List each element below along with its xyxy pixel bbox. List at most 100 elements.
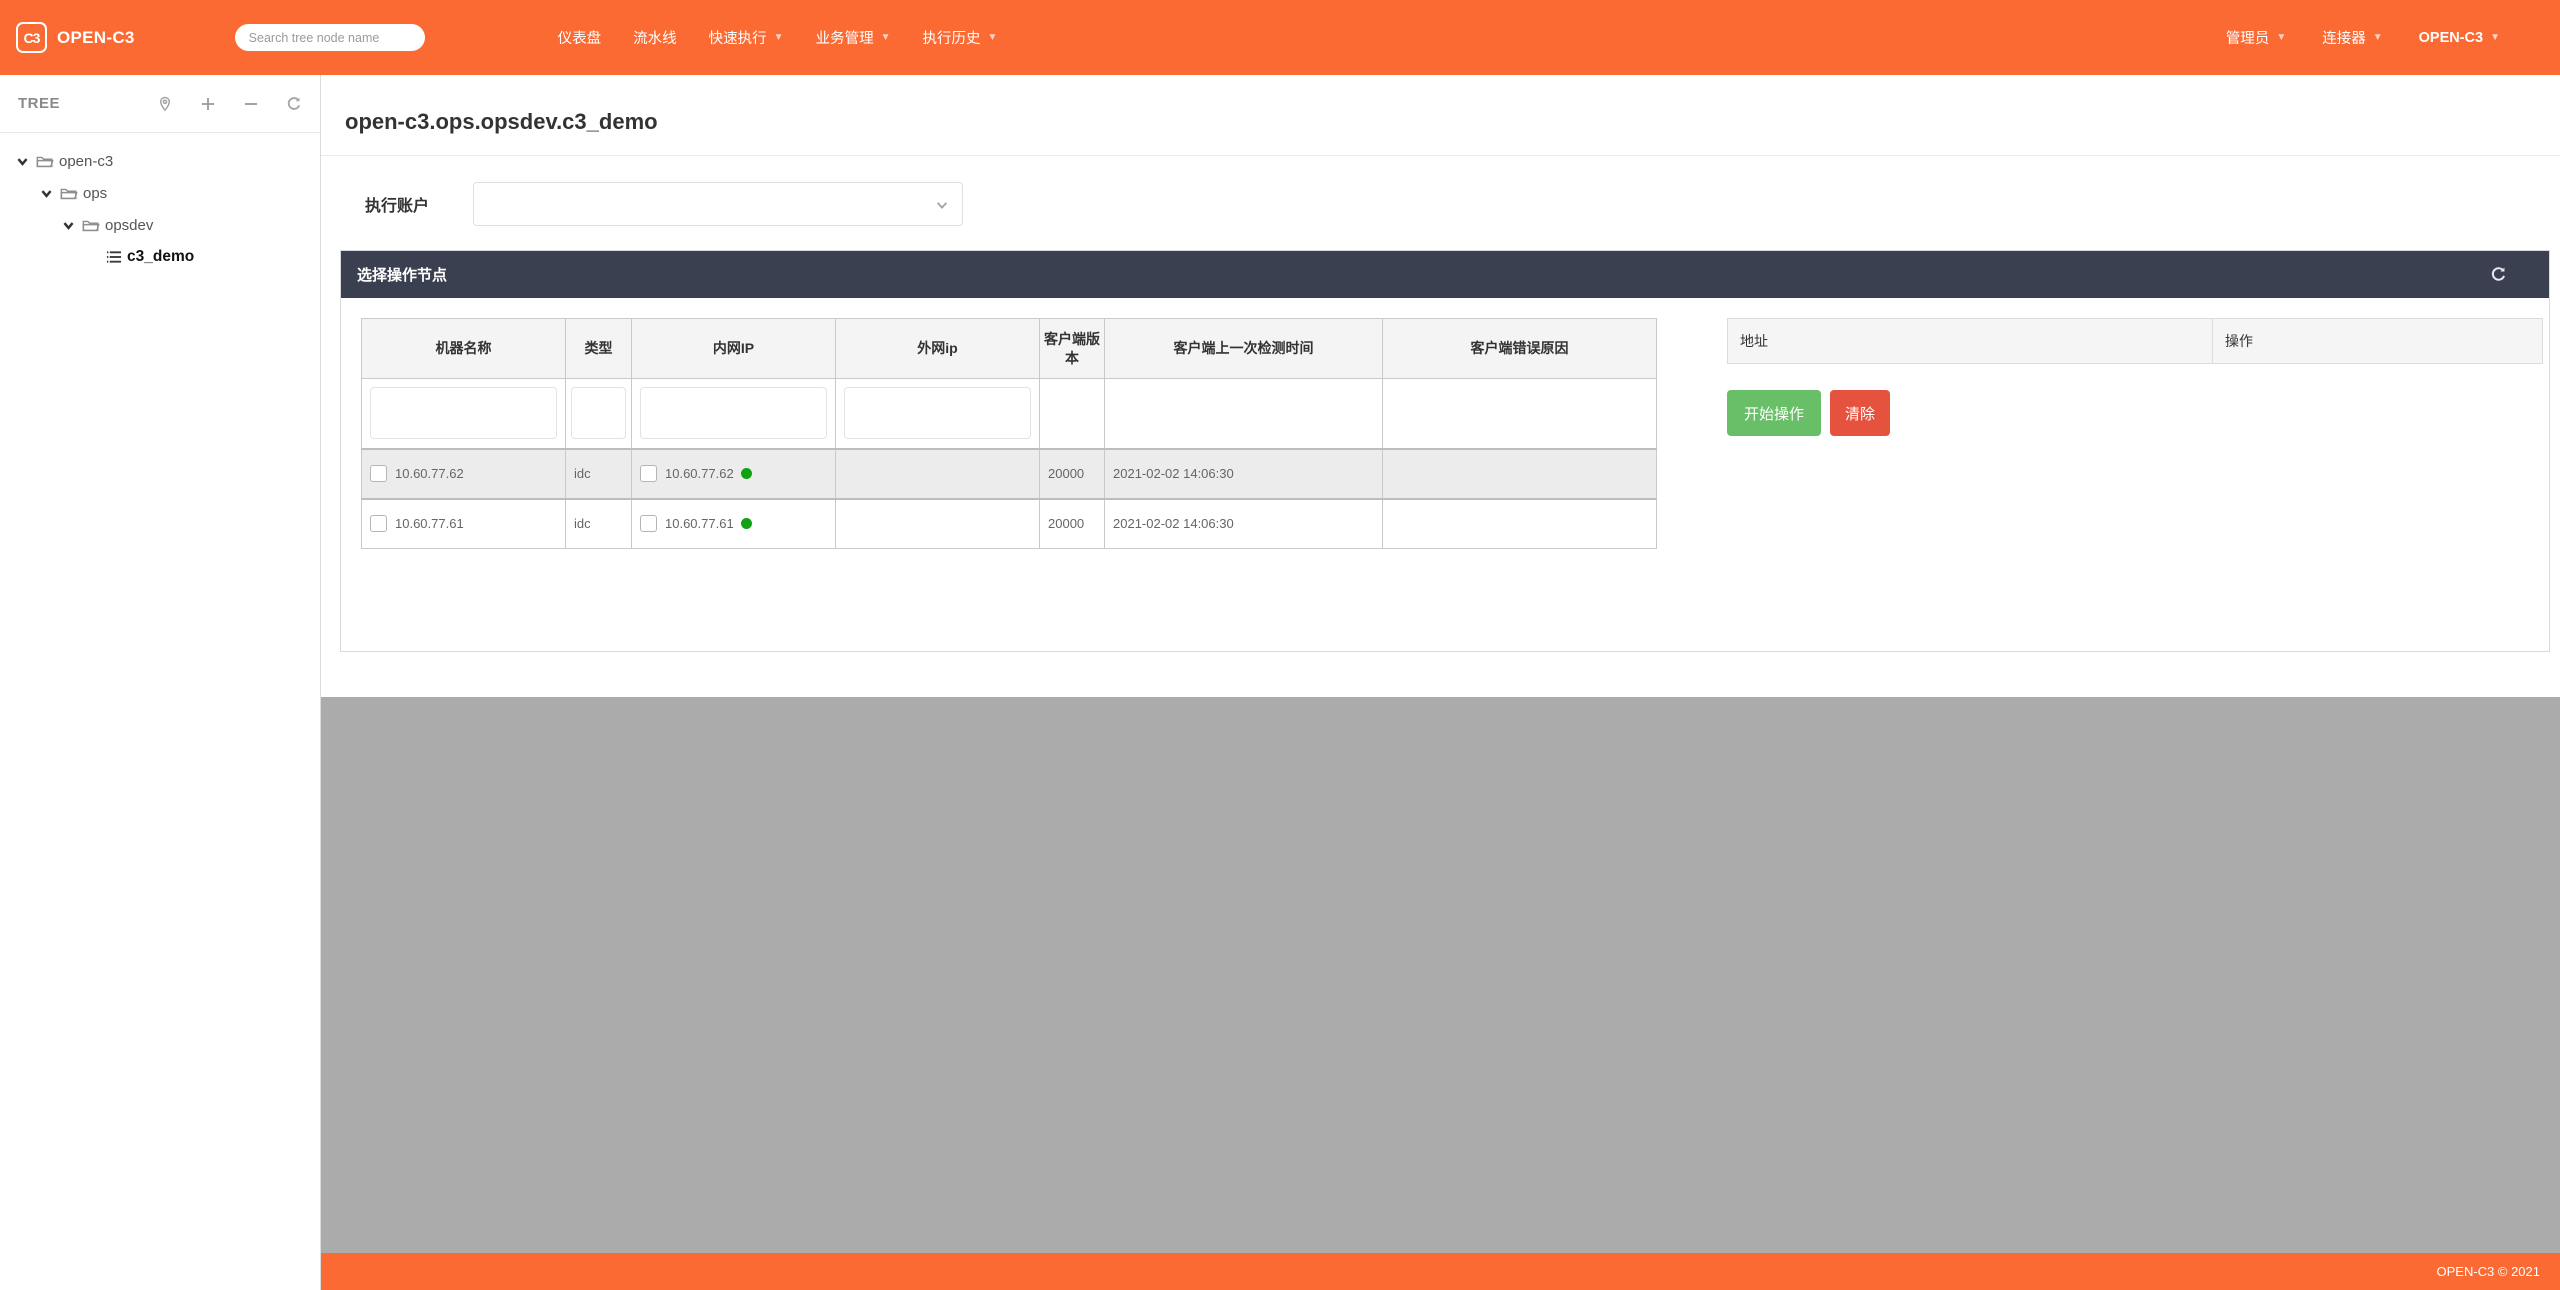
main-menu: 仪表盘 流水线 快速执行▼ 业务管理▼ 执行历史▼ bbox=[558, 27, 998, 48]
top-navbar: C3 OPEN-C3 仪表盘 流水线 快速执行▼ 业务管理▼ 执行历史▼ 管理员… bbox=[0, 0, 2560, 75]
search-input[interactable] bbox=[235, 24, 425, 51]
refresh-icon[interactable] bbox=[2490, 266, 2507, 283]
copyright-text: OPEN-C3 © 2021 bbox=[2436, 1264, 2540, 1279]
user-menu: 管理员▼ 连接器▼ OPEN-C3▼ bbox=[2226, 27, 2500, 48]
filter-type-input[interactable] bbox=[571, 387, 626, 439]
chevron-down-icon[interactable] bbox=[40, 187, 53, 200]
col-internal-ip: 内网IP bbox=[632, 319, 836, 379]
selected-table-header-row: 地址 操作 bbox=[1728, 319, 2543, 364]
menu-item-dashboard[interactable]: 仪表盘 bbox=[558, 27, 602, 48]
machine-name: 10.60.77.62 bbox=[395, 466, 464, 481]
chevron-down-icon[interactable] bbox=[62, 219, 75, 232]
filter-machine-name-input[interactable] bbox=[370, 387, 557, 439]
ip-checkbox[interactable] bbox=[640, 465, 657, 482]
tree-title: TREE bbox=[18, 95, 60, 112]
menu-item-admin[interactable]: 管理员▼ bbox=[2226, 27, 2286, 48]
caret-down-icon: ▼ bbox=[774, 33, 784, 43]
filter-internal-ip-input[interactable] bbox=[640, 387, 827, 439]
expand-plus-icon[interactable] bbox=[200, 96, 216, 112]
panel-body: 机器名称 类型 内网IP 外网ip 客户端版本 客户端上一次检测时间 客户端错误… bbox=[341, 298, 2549, 651]
main-content: open-c3.ops.opsdev.c3_demo 执行账户 选择操作节点 bbox=[321, 75, 2560, 697]
external-ip bbox=[836, 499, 1040, 549]
brand-logo-icon: C3 bbox=[16, 22, 47, 53]
col-last-check-time: 客户端上一次检测时间 bbox=[1105, 319, 1383, 379]
col-type: 类型 bbox=[566, 319, 632, 379]
exec-account-row: 执行账户 bbox=[365, 182, 2560, 226]
exec-account-select[interactable] bbox=[473, 182, 963, 226]
tree-node-c3-demo[interactable]: c3_demo bbox=[0, 241, 320, 273]
tree-node-open-c3[interactable]: open-c3 bbox=[0, 145, 320, 177]
title-divider bbox=[321, 155, 2560, 156]
menu-item-connector[interactable]: 连接器▼ bbox=[2322, 27, 2382, 48]
caret-down-icon: ▼ bbox=[881, 33, 891, 43]
tree-node-ops[interactable]: ops bbox=[0, 177, 320, 209]
locate-pin-icon[interactable] bbox=[157, 96, 173, 112]
node-table-header-row: 机器名称 类型 内网IP 外网ip 客户端版本 客户端上一次检测时间 客户端错误… bbox=[362, 319, 1657, 379]
machine-name: 10.60.77.61 bbox=[395, 516, 464, 531]
caret-down-icon: ▼ bbox=[987, 33, 997, 43]
selected-nodes-table: 地址 操作 bbox=[1727, 318, 2543, 364]
online-status-dot bbox=[741, 468, 752, 479]
machine-type: idc bbox=[566, 449, 632, 499]
brand-name: OPEN-C3 bbox=[57, 28, 135, 48]
menu-item-quick-exec[interactable]: 快速执行▼ bbox=[709, 27, 784, 48]
start-operation-button[interactable]: 开始操作 bbox=[1727, 390, 1821, 436]
panel-title: 选择操作节点 bbox=[357, 264, 447, 285]
refresh-icon[interactable] bbox=[286, 96, 302, 112]
last-check-time: 2021-02-02 14:06:30 bbox=[1105, 449, 1383, 499]
node-table-filter-row bbox=[362, 379, 1657, 449]
service-node-icon bbox=[106, 250, 121, 264]
folder-icon bbox=[60, 186, 78, 201]
tree-sidebar: TREE open-c3 ops bbox=[0, 75, 321, 1290]
caret-down-icon: ▼ bbox=[2490, 33, 2500, 43]
filter-empty-cell bbox=[1040, 379, 1105, 449]
internal-ip: 10.60.77.62 bbox=[665, 466, 734, 481]
client-error bbox=[1383, 449, 1657, 499]
row-checkbox[interactable] bbox=[370, 515, 387, 532]
client-version: 20000 bbox=[1040, 449, 1105, 499]
collapse-minus-icon[interactable] bbox=[243, 96, 259, 112]
ip-checkbox[interactable] bbox=[640, 515, 657, 532]
exec-account-label: 执行账户 bbox=[365, 192, 473, 216]
menu-item-pipeline[interactable]: 流水线 bbox=[633, 27, 677, 48]
clear-button[interactable]: 清除 bbox=[1830, 390, 1890, 436]
folder-icon bbox=[36, 154, 54, 169]
filter-empty-cell bbox=[1105, 379, 1383, 449]
col-client-version: 客户端版本 bbox=[1040, 319, 1105, 379]
menu-item-exec-history[interactable]: 执行历史▼ bbox=[922, 27, 997, 48]
caret-down-icon: ▼ bbox=[2276, 33, 2286, 43]
tree-toolbar bbox=[157, 96, 302, 112]
col-address: 地址 bbox=[1728, 319, 2213, 364]
tree-node-opsdev[interactable]: opsdev bbox=[0, 209, 320, 241]
tree: open-c3 ops opsdev c3_demo bbox=[0, 133, 320, 273]
col-external-ip: 外网ip bbox=[836, 319, 1040, 379]
selected-nodes-column: 地址 操作 开始操作 清除 bbox=[1727, 318, 2542, 436]
table-row: 10.60.77.61 idc 10.60.77.61 20000 2021-0… bbox=[362, 499, 1657, 549]
client-version: 20000 bbox=[1040, 499, 1105, 549]
node-select-panel: 选择操作节点 机器名称 类型 内网IP 外网ip bbox=[340, 250, 2550, 652]
external-ip bbox=[836, 449, 1040, 499]
panel-header: 选择操作节点 bbox=[341, 251, 2549, 298]
table-row: 10.60.77.62 idc 10.60.77.62 20000 2021-0… bbox=[362, 449, 1657, 499]
client-error bbox=[1383, 499, 1657, 549]
chevron-down-icon[interactable] bbox=[16, 155, 29, 168]
folder-icon bbox=[82, 218, 100, 233]
last-check-time: 2021-02-02 14:06:30 bbox=[1105, 499, 1383, 549]
row-checkbox[interactable] bbox=[370, 465, 387, 482]
page-title: open-c3.ops.opsdev.c3_demo bbox=[345, 109, 2560, 135]
tree-header: TREE bbox=[0, 75, 320, 133]
caret-down-icon: ▼ bbox=[2373, 33, 2383, 43]
brand[interactable]: C3 OPEN-C3 bbox=[16, 22, 135, 53]
node-table: 机器名称 类型 内网IP 外网ip 客户端版本 客户端上一次检测时间 客户端错误… bbox=[361, 318, 1657, 549]
menu-item-openc3[interactable]: OPEN-C3▼ bbox=[2419, 30, 2500, 46]
col-machine-name: 机器名称 bbox=[362, 319, 566, 379]
filter-empty-cell bbox=[1383, 379, 1657, 449]
footer: OPEN-C3 © 2021 bbox=[321, 1253, 2560, 1290]
filter-external-ip-input[interactable] bbox=[844, 387, 1031, 439]
internal-ip: 10.60.77.61 bbox=[665, 516, 734, 531]
machine-type: idc bbox=[566, 499, 632, 549]
online-status-dot bbox=[741, 518, 752, 529]
col-action: 操作 bbox=[2213, 319, 2543, 364]
col-client-error: 客户端错误原因 bbox=[1383, 319, 1657, 379]
menu-item-business-mgmt[interactable]: 业务管理▼ bbox=[816, 27, 891, 48]
